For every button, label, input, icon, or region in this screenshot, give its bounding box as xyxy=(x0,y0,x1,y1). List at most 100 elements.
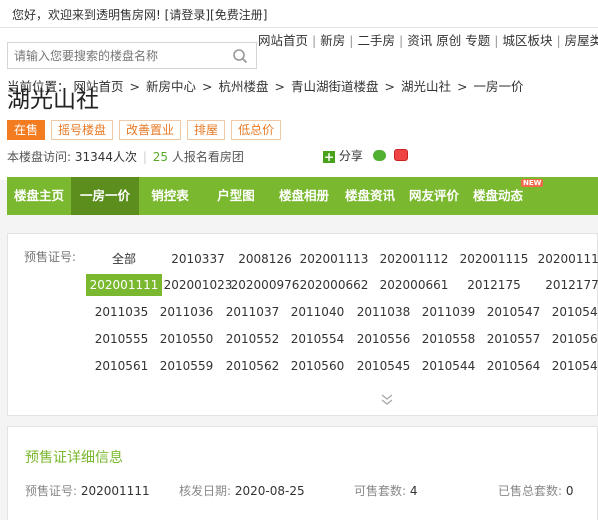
nav-secondhand[interactable]: 二手房 xyxy=(357,33,395,48)
share-label[interactable]: 分享 xyxy=(339,149,363,163)
breadcrumb-sep: > xyxy=(457,79,468,94)
breadcrumb-item[interactable]: 湖光山社 xyxy=(401,79,451,94)
license-chip[interactable]: 2010555 xyxy=(90,328,153,350)
license-chip[interactable]: 202001112 xyxy=(374,248,454,270)
license-chip[interactable]: 2008126 xyxy=(230,248,300,270)
tab-reviews[interactable]: 网友评价 xyxy=(403,177,465,215)
license-chip[interactable]: 202001114 xyxy=(532,248,598,270)
nav-topics[interactable]: 专题 xyxy=(465,33,490,48)
license-chip[interactable]: 2010549 xyxy=(547,301,598,323)
breadcrumb-item[interactable]: 新房中心 xyxy=(146,79,196,94)
license-chip[interactable]: 2010562 xyxy=(221,355,284,377)
license-chip[interactable]: 2011039 xyxy=(417,301,480,323)
breadcrumb-item[interactable]: 杭州楼盘 xyxy=(219,79,269,94)
license-chip[interactable]: 2011035 xyxy=(90,301,153,323)
divider: | xyxy=(398,33,404,48)
tab-news[interactable]: 楼盘资讯 xyxy=(337,177,403,215)
nav-house-types[interactable]: 房屋类别 xyxy=(565,33,598,48)
project-title: 湖光山社 xyxy=(7,87,99,113)
license-detail-panel: 预售证详细信息 预售证号: 202001111 核发日期: 2020-08-25… xyxy=(7,426,598,520)
license-chip[interactable]: 2012177 xyxy=(532,274,598,296)
license-chip[interactable]: 2010561 xyxy=(90,355,153,377)
nav-original[interactable]: 原创 xyxy=(436,33,461,48)
welcome-bar: 您好，欢迎来到透明售房网! [请登录][免费注册] xyxy=(12,6,267,23)
weibo-icon[interactable] xyxy=(393,149,408,161)
register-link[interactable]: [免费注册] xyxy=(210,8,267,22)
detail-license-value: 202001111 xyxy=(80,484,150,498)
detail-sold: 已售总套数: 0 xyxy=(498,482,574,499)
license-panel: 预售证号: 全部 2010337 2008126 202001113 202001112… xyxy=(7,233,598,416)
share-plus-icon[interactable]: + xyxy=(323,151,335,163)
license-chip[interactable]: 2010557 xyxy=(482,328,545,350)
top-bar: 您好，欢迎来到透明售房网! [请登录][免费注册] xyxy=(0,0,598,28)
feature-tag: 排屋 xyxy=(187,120,226,140)
search-icon[interactable] xyxy=(232,48,248,64)
license-chip[interactable]: 202001111 xyxy=(86,274,162,296)
chevron-down-icon[interactable] xyxy=(380,392,394,406)
wechat-icon[interactable] xyxy=(372,150,386,161)
login-link[interactable]: [请登录] xyxy=(165,8,210,22)
license-chip[interactable]: 202001115 xyxy=(454,248,534,270)
license-chip[interactable]: 202000661 xyxy=(374,274,454,296)
breadcrumb-sep: > xyxy=(129,79,140,94)
license-chip[interactable]: 2010559 xyxy=(155,355,218,377)
detail-date-label: 核发日期: xyxy=(179,484,232,498)
license-chip[interactable]: 202000662 xyxy=(294,274,374,296)
license-chip[interactable]: 2010558 xyxy=(417,328,480,350)
breadcrumb-current: 一房一价 xyxy=(473,79,524,94)
license-chip[interactable]: 2011037 xyxy=(221,301,284,323)
tab-one-price[interactable]: 一房一价 xyxy=(71,177,139,215)
license-chip[interactable]: 2012175 xyxy=(454,274,534,296)
license-chip[interactable]: 2011038 xyxy=(352,301,415,323)
main-nav: 楼盘主页 一房一价 销控表 户型图 楼盘相册 楼盘资讯 网友评价 楼盘动态 NE… xyxy=(7,177,598,215)
license-chip[interactable]: 202000976 xyxy=(230,274,300,296)
search-input[interactable] xyxy=(8,43,229,68)
detail-available: 可售套数: 4 xyxy=(354,482,418,499)
detail-license-label: 预售证号: xyxy=(25,484,78,498)
license-chip[interactable]: 全部 xyxy=(86,248,162,270)
tab-floorplans[interactable]: 户型图 xyxy=(201,177,271,215)
license-chip[interactable]: 2010550 xyxy=(155,328,218,350)
license-chip[interactable]: 2010560 xyxy=(286,355,349,377)
detail-available-label: 可售套数: xyxy=(354,484,407,498)
license-chip[interactable]: 2011040 xyxy=(286,301,349,323)
breadcrumb-sep: > xyxy=(384,79,395,94)
breadcrumb-item[interactable]: 青山湖街道楼盘 xyxy=(291,79,379,94)
license-chip[interactable]: 2010547 xyxy=(482,301,545,323)
detail-date-value: 2020-08-25 xyxy=(234,484,305,498)
license-chip[interactable]: 2010544 xyxy=(417,355,480,377)
top-nav: 网站首页|新房|二手房|资讯 原创 专题|城区板块|房屋类别 xyxy=(258,30,598,49)
detail-title: 预售证详细信息 xyxy=(25,450,123,466)
nav-districts[interactable]: 城区板块 xyxy=(502,33,552,48)
new-badge: NEW xyxy=(521,179,544,187)
license-chip[interactable]: 2010337 xyxy=(163,248,233,270)
breadcrumb-sep: > xyxy=(202,79,213,94)
feature-tag: 改善置业 xyxy=(119,120,182,140)
header: 网站首页|新房|二手房|资讯 原创 专题|城区板块|房屋类别 当前位置： 网站首… xyxy=(0,28,598,180)
nav-newhouse[interactable]: 新房 xyxy=(320,33,345,48)
nav-home[interactable]: 网站首页 xyxy=(258,33,308,48)
detail-date: 核发日期: 2020-08-25 xyxy=(179,482,305,499)
license-chip[interactable]: 2010565 xyxy=(547,328,598,350)
divider: | xyxy=(349,33,354,48)
license-chip[interactable]: 2010556 xyxy=(352,328,415,350)
tab-album[interactable]: 楼盘相册 xyxy=(271,177,337,215)
license-chip[interactable]: 2010545 xyxy=(352,355,415,377)
tab-home[interactable]: 楼盘主页 xyxy=(7,177,71,215)
license-chip[interactable]: 2010552 xyxy=(221,328,284,350)
license-chip[interactable]: 2010564 xyxy=(482,355,545,377)
stats-line: 本楼盘访问: 31344人次 | 25 人报名看房团 xyxy=(7,148,244,165)
license-label: 预售证号: xyxy=(24,250,77,264)
license-chip[interactable]: 2010554 xyxy=(286,328,349,350)
license-chip[interactable]: 202001023 xyxy=(163,274,233,296)
license-chip[interactable]: 202001113 xyxy=(294,248,374,270)
license-chip[interactable]: 2010548 xyxy=(547,355,598,377)
visits-label: 本楼盘访问: xyxy=(7,150,72,164)
welcome-text: 您好，欢迎来到透明售房网! xyxy=(12,8,161,22)
signup-label: 人报名看房团 xyxy=(171,150,244,164)
breadcrumb-sep: > xyxy=(274,79,285,94)
nav-news[interactable]: 资讯 xyxy=(407,33,432,48)
tab-sales-control[interactable]: 销控表 xyxy=(139,177,201,215)
divider: | xyxy=(494,33,499,48)
license-chip[interactable]: 2011036 xyxy=(155,301,218,323)
